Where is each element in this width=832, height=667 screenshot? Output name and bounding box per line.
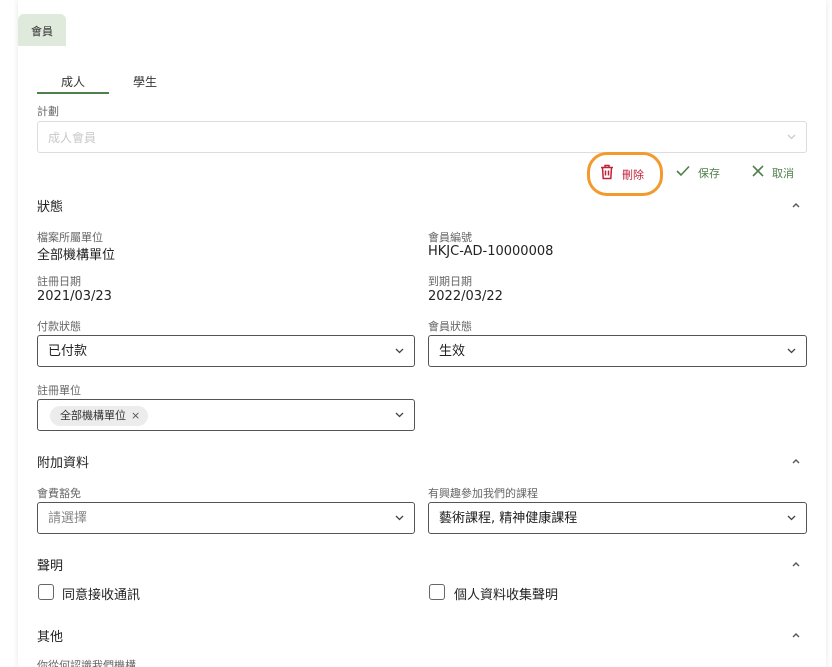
- chevron-down-icon: [787, 134, 796, 140]
- tab-adult[interactable]: 成人: [37, 72, 109, 94]
- member-no-value: HKJC-AD-10000008: [428, 244, 554, 259]
- reg-date-label: 註冊日期: [37, 275, 81, 288]
- tab-student[interactable]: 學生: [109, 72, 181, 94]
- chevron-down-icon: [395, 348, 404, 354]
- privacy-checkbox[interactable]: [429, 584, 445, 600]
- declaration-section-title: 聲明: [37, 559, 64, 574]
- trash-icon: [600, 164, 614, 187]
- member-no-label: 會員編號: [428, 231, 472, 244]
- collapse-extra-icon[interactable]: [791, 457, 801, 465]
- fee-waiver-select[interactable]: 請選擇: [37, 502, 415, 534]
- reg-unit-chip-label: 全部機構單位: [60, 409, 126, 422]
- chevron-down-icon: [395, 412, 404, 418]
- reg-date-value: 2021/03/23: [37, 289, 112, 304]
- save-label: 保存: [698, 167, 720, 180]
- file-unit-label: 檔案所屬單位: [37, 231, 103, 244]
- fee-waiver-label: 會費豁免: [37, 487, 81, 500]
- status-section-title: 狀態: [37, 200, 64, 215]
- payment-status-value: 已付款: [48, 344, 88, 359]
- cancel-button[interactable]: 取消: [752, 164, 794, 184]
- expiry-date-label: 到期日期: [428, 275, 472, 288]
- other-section-title: 其他: [37, 630, 64, 645]
- member-form-card: [18, 0, 826, 667]
- courses-select[interactable]: 藝術課程, 精神健康課程: [428, 502, 807, 534]
- reg-unit-label: 註冊單位: [37, 384, 81, 397]
- delete-label: 刪除: [622, 168, 644, 182]
- plan-select[interactable]: 成人會員: [37, 121, 807, 153]
- plan-value: 成人會員: [48, 131, 97, 145]
- consent-notify-checkbox[interactable]: [38, 584, 54, 600]
- save-button[interactable]: 保存: [676, 164, 720, 184]
- consent-notify-label: 同意接收通訊: [62, 588, 141, 603]
- page-tab-member[interactable]: 會員: [18, 14, 66, 46]
- member-status-value: 生效: [439, 344, 466, 359]
- chevron-down-icon: [787, 348, 796, 354]
- chip-remove-icon[interactable]: ×: [131, 409, 140, 422]
- collapse-other-icon[interactable]: [791, 631, 801, 639]
- expiry-date-value: 2022/03/22: [428, 289, 503, 304]
- chevron-down-icon: [787, 515, 796, 521]
- delete-button[interactable]: 刪除: [600, 164, 644, 184]
- extra-section-title: 附加資料: [37, 456, 90, 471]
- privacy-label: 個人資料收集聲明: [454, 588, 559, 603]
- member-status-select[interactable]: 生效: [428, 335, 807, 367]
- check-icon: [676, 164, 690, 184]
- courses-value: 藝術課程, 精神健康課程: [439, 511, 578, 526]
- reg-unit-chip: 全部機構單位 ×: [50, 406, 149, 426]
- fee-waiver-placeholder: 請選擇: [48, 511, 88, 526]
- file-unit-value: 全部機構單位: [37, 248, 116, 263]
- courses-label: 有興趣參加我們的課程: [428, 487, 538, 500]
- payment-status-select[interactable]: 已付款: [37, 335, 415, 367]
- collapse-declaration-icon[interactable]: [791, 560, 801, 568]
- collapse-status-icon[interactable]: [791, 201, 801, 209]
- plan-label: 計劃: [37, 105, 59, 118]
- payment-status-label: 付款狀態: [37, 320, 81, 333]
- how-known-label: 你從何認識我們機構: [37, 659, 136, 667]
- reg-unit-select[interactable]: 全部機構單位 ×: [37, 399, 415, 431]
- member-status-label: 會員狀態: [428, 320, 472, 333]
- close-icon: [752, 164, 764, 184]
- cancel-label: 取消: [772, 167, 794, 180]
- chevron-down-icon: [395, 515, 404, 521]
